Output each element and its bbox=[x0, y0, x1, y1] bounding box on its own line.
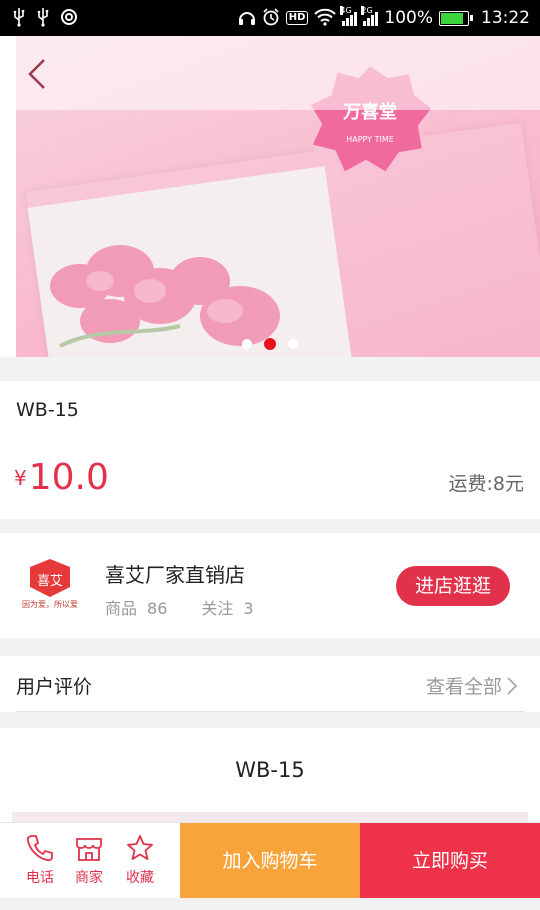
follow-count: 3 bbox=[243, 599, 254, 618]
carousel-dot[interactable] bbox=[242, 339, 252, 349]
signal-icon: 4G bbox=[340, 6, 358, 26]
phone-label: 电话 bbox=[26, 870, 54, 886]
battery-icon bbox=[439, 10, 473, 26]
view-all-reviews-link[interactable]: 查看全部 bbox=[426, 672, 518, 699]
phone-icon bbox=[26, 835, 53, 862]
back-button[interactable] bbox=[18, 52, 58, 96]
visit-store-button[interactable]: 进店逛逛 bbox=[396, 566, 510, 606]
store-button[interactable]: 商家 bbox=[64, 823, 114, 899]
view-all-label: 查看全部 bbox=[425, 676, 502, 698]
wifi-icon bbox=[314, 8, 337, 29]
hd-badge: HD bbox=[285, 11, 309, 25]
alarm-icon bbox=[262, 7, 280, 29]
store-stats: 商品 86 关注 3 bbox=[105, 595, 264, 619]
clock: 13:22 bbox=[481, 8, 530, 28]
favorite-label: 收藏 bbox=[126, 870, 154, 886]
svg-text:喜艾: 喜艾 bbox=[37, 574, 63, 589]
divider bbox=[16, 711, 524, 712]
goods-label: 商品 bbox=[105, 599, 138, 618]
add-to-cart-button[interactable]: 加入购物车 bbox=[180, 823, 360, 899]
bottom-edge bbox=[0, 898, 540, 910]
detail-title: WB-15 bbox=[235, 758, 305, 782]
svg-text:因为爱，所以爱: 因为爱，所以爱 bbox=[22, 599, 78, 609]
store-label: 商家 bbox=[75, 870, 103, 886]
signal-icon: 2G bbox=[361, 6, 379, 26]
store-logo: 喜艾 因为爱，所以爱 bbox=[22, 559, 78, 609]
battery-percent: 100% bbox=[384, 8, 433, 28]
status-bar: HD 4G 2G 100% 13:22 bbox=[0, 0, 540, 36]
phone-button[interactable]: 电话 bbox=[15, 823, 65, 899]
store-icon bbox=[76, 838, 102, 861]
usb-icon bbox=[12, 7, 26, 30]
carousel-indicator bbox=[0, 338, 540, 350]
sync-icon bbox=[60, 8, 78, 29]
usb-icon bbox=[36, 7, 50, 30]
star-icon bbox=[127, 835, 153, 860]
top-nav-overlay bbox=[0, 36, 540, 110]
goods-count: 86 bbox=[147, 599, 168, 618]
buy-now-button[interactable]: 立即购买 bbox=[360, 823, 540, 899]
shipping-fee: 运费:8元 bbox=[448, 473, 525, 495]
reviews-title: 用户评价 bbox=[16, 676, 93, 698]
carousel-dot-active[interactable] bbox=[264, 338, 276, 350]
follow-label: 关注 bbox=[201, 599, 234, 618]
svg-text:HAPPY TIME: HAPPY TIME bbox=[346, 135, 394, 144]
currency-symbol: ¥ bbox=[14, 466, 27, 490]
chevron-left-icon bbox=[28, 59, 45, 89]
price-value: 10.0 bbox=[28, 457, 109, 498]
headphones-icon bbox=[238, 8, 256, 29]
carousel-dot[interactable] bbox=[288, 339, 298, 349]
store-name: 喜艾厂家直销店 bbox=[105, 563, 245, 587]
store-card[interactable]: 喜艾 因为爱，所以爱 喜艾厂家直销店 商品 86 关注 3 进店逛逛 bbox=[0, 533, 540, 638]
bottom-action-bar: 电话 商家 收藏 加入购物车 立即购买 bbox=[0, 822, 540, 899]
chevron-right-icon bbox=[507, 677, 518, 695]
reviews-section: 用户评价 查看全部 bbox=[0, 656, 540, 712]
product-info-card: WB-15 ¥10.0 运费:8元 bbox=[0, 381, 540, 519]
product-price: ¥10.0 bbox=[14, 457, 109, 498]
product-image-carousel[interactable]: 万喜堂 HAPPY TIME bbox=[0, 36, 540, 357]
favorite-button[interactable]: 收藏 bbox=[115, 823, 165, 899]
product-title: WB-15 bbox=[16, 399, 79, 421]
